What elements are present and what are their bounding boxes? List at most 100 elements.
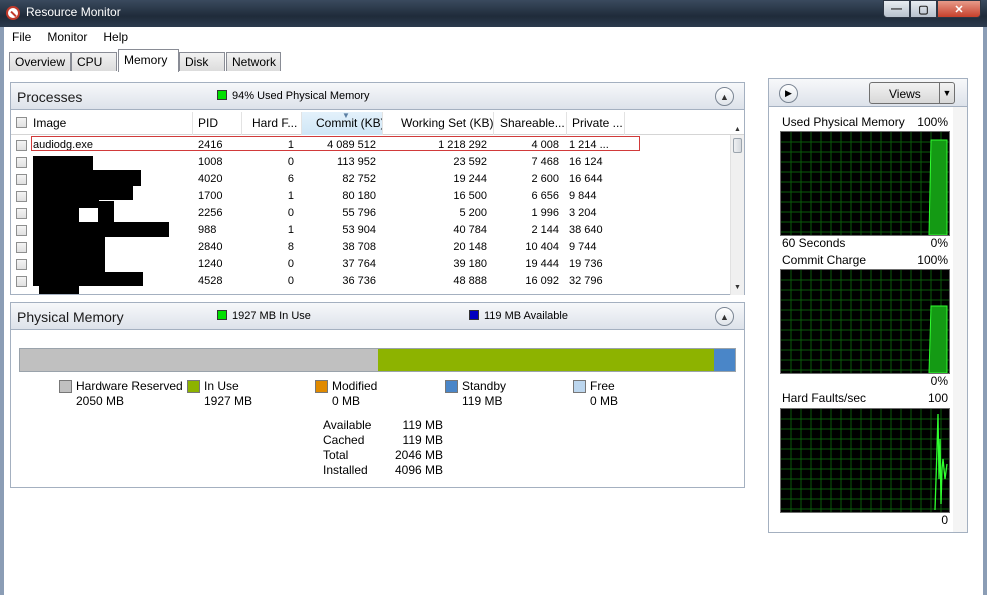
graph-title: Commit Charge [782, 253, 867, 267]
scroll-down-icon[interactable]: ▼ [734, 284, 741, 291]
cell-ws: 19 244 [453, 173, 487, 185]
membar-segment-standby [714, 349, 735, 371]
cell-priv: 16 644 [569, 173, 603, 185]
cell-pid: 2840 [198, 241, 223, 253]
legend-value: 0 MB [590, 394, 619, 408]
title-bar: Resource Monitor — ▢ ✕ [0, 0, 987, 27]
used-physical-memory-graph [780, 131, 950, 236]
cell-hard: 0 [287, 156, 294, 168]
redaction-mark [33, 200, 99, 208]
cell-commit: 55 796 [342, 207, 376, 219]
cell-priv: 32 796 [569, 275, 603, 287]
row-checkbox[interactable] [16, 140, 27, 151]
column-hard-faults[interactable]: Hard F... [242, 112, 302, 135]
column-shareable[interactable]: Shareable... [494, 112, 567, 135]
cell-priv: 9 844 [569, 190, 597, 202]
scroll-thumb[interactable] [733, 138, 742, 153]
cell-pid: 4020 [198, 173, 223, 185]
table-row[interactable]: 1240 0 37 764 39 180 19 444 19 736 [11, 256, 731, 273]
collapse-processes-button[interactable]: ▲ [715, 87, 734, 106]
cell-share: 16 092 [525, 275, 559, 287]
menu-monitor[interactable]: Monitor [47, 30, 87, 44]
physical-memory-panel: Physical Memory 1927 MB In Use 119 MB Av… [10, 302, 745, 488]
row-checkbox[interactable] [16, 174, 27, 185]
graph-title: Hard Faults/sec [782, 391, 867, 405]
graph-trace [928, 139, 948, 235]
chevron-down-icon[interactable]: ▼ [939, 83, 954, 103]
available-status: 119 MB Available [484, 310, 568, 322]
legend-swatch [573, 380, 586, 393]
tab-cpu[interactable]: CPU [71, 52, 117, 71]
cell-commit: 113 952 [337, 156, 376, 168]
processes-scrollbar[interactable]: ▲ ▼ [730, 126, 744, 295]
summary-value: 119 MB [402, 433, 443, 447]
row-checkbox[interactable] [16, 191, 27, 202]
used-physical-memory-status: 94% Used Physical Memory [232, 90, 370, 102]
cell-hard: 8 [287, 241, 294, 253]
redaction-mark [33, 170, 141, 186]
row-checkbox[interactable] [16, 225, 27, 236]
views-label: Views [889, 87, 921, 101]
close-button[interactable]: ✕ [937, 0, 981, 18]
processes-title: Processes [17, 89, 83, 105]
redaction-mark [33, 186, 133, 200]
collapse-physical-memory-button[interactable]: ▲ [715, 307, 734, 326]
cell-commit: 80 180 [342, 190, 376, 202]
column-working-set[interactable]: Working Set (KB) [383, 112, 494, 135]
cell-pid: 1008 [198, 156, 223, 168]
summary-value: 119 MB [402, 418, 443, 432]
redaction-mark [33, 208, 79, 222]
minimize-button[interactable]: — [883, 0, 910, 18]
legend-swatch [445, 380, 458, 393]
graphs-scrollbar[interactable] [953, 107, 967, 532]
cell-hard: 1 [287, 224, 294, 236]
cell-hard: 6 [287, 173, 294, 185]
sort-descending-icon: ▼ [342, 112, 350, 120]
legend-swatch [59, 380, 72, 393]
row-checkbox[interactable] [16, 242, 27, 253]
selected-row-highlight [31, 136, 640, 151]
physical-memory-title: Physical Memory [17, 309, 124, 325]
legend-value: 2050 MB [76, 394, 125, 408]
tab-memory[interactable]: Memory [118, 49, 179, 72]
row-checkbox[interactable] [16, 276, 27, 287]
maximize-button[interactable]: ▢ [910, 0, 937, 18]
cell-ws: 16 500 [453, 190, 487, 202]
cell-commit: 53 904 [342, 224, 376, 236]
column-commit[interactable]: ▼ Commit (KB) [302, 112, 383, 135]
legend-label: Modified [332, 379, 378, 393]
physical-memory-header[interactable]: Physical Memory 1927 MB In Use 119 MB Av… [10, 302, 745, 330]
row-checkbox[interactable] [16, 259, 27, 270]
cell-priv: 3 204 [569, 207, 597, 219]
graph-min-label: 0% [930, 374, 948, 388]
column-image[interactable]: Image [11, 112, 193, 135]
column-pid[interactable]: PID [193, 112, 242, 135]
table-row[interactable]: 2840 8 38 708 20 148 10 404 9 744 [11, 239, 731, 256]
processes-header[interactable]: Processes 94% Used Physical Memory ▲ [10, 82, 745, 110]
row-checkbox[interactable] [16, 208, 27, 219]
cell-ws: 40 784 [453, 224, 487, 236]
expand-panel-button[interactable]: ▶ [779, 84, 798, 103]
row-checkbox[interactable] [16, 157, 27, 168]
table-row[interactable]: 2256 0 55 796 5 200 1 996 3 204 [11, 205, 731, 222]
cell-hard: 0 [287, 275, 294, 287]
in-use-legend-icon [217, 310, 227, 320]
redaction-mark [39, 286, 79, 294]
column-private[interactable]: Private ... [567, 112, 625, 135]
menu-help[interactable]: Help [103, 30, 128, 44]
menu-file[interactable]: File [12, 30, 31, 44]
legend-swatch [187, 380, 200, 393]
used-memory-legend-icon [217, 90, 227, 100]
legend-value: 119 MB [462, 394, 503, 408]
commit-charge-graph [780, 269, 950, 374]
legend-value: 0 MB [332, 394, 361, 408]
summary-key: Total [323, 448, 349, 462]
select-all-checkbox[interactable] [16, 117, 27, 128]
tab-overview[interactable]: Overview [9, 52, 71, 71]
cell-pid: 1700 [198, 190, 223, 202]
views-dropdown[interactable]: Views ▼ [869, 82, 955, 104]
tab-network[interactable]: Network [226, 52, 281, 71]
tab-disk[interactable]: Disk [179, 52, 225, 71]
scroll-up-icon[interactable]: ▲ [734, 126, 741, 133]
table-row[interactable]: 1008 0 113 952 23 592 7 468 16 124 [11, 154, 731, 171]
